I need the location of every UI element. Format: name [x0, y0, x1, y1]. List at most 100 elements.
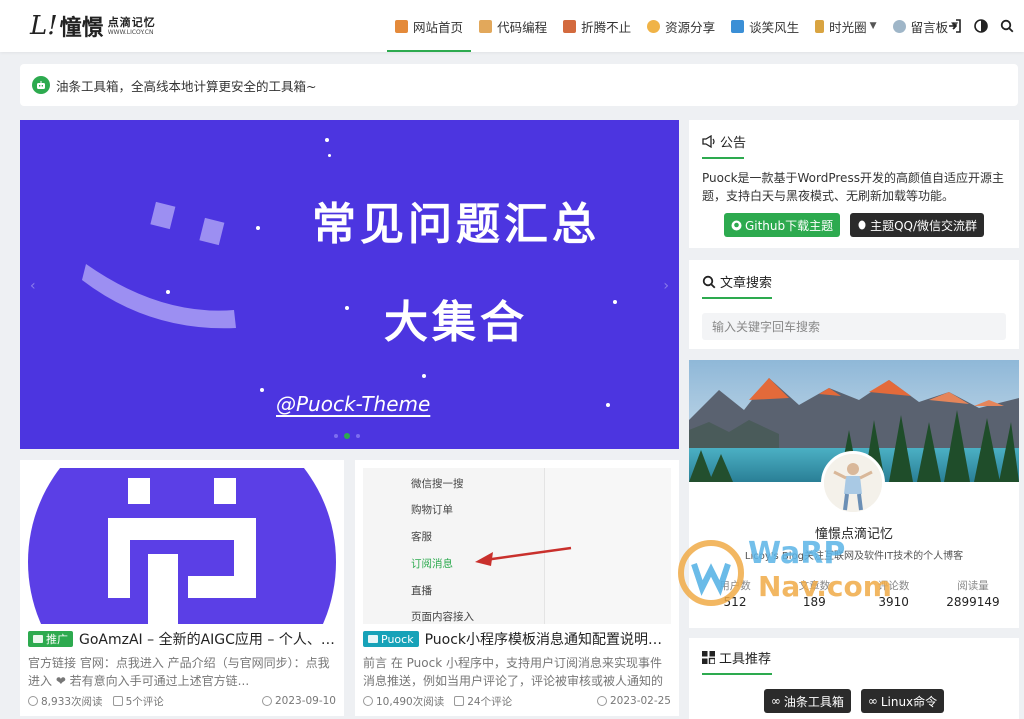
comments-meta[interactable]: 24个评论	[454, 694, 512, 709]
red-arrow-icon	[475, 546, 572, 566]
folder-icon	[368, 635, 378, 643]
widget-title: 文章搜索	[720, 276, 773, 291]
views-count: 8,933次阅读	[41, 695, 103, 708]
carousel-next-icon[interactable]: ›	[663, 278, 669, 294]
widget-title: 工具推荐	[719, 652, 772, 667]
post-tag[interactable]: 推广	[28, 631, 73, 647]
top-navbar: L! 憧憬 点滴记忆 WWW.LICOY.CN 网站首页 代码编程 折腾不止 资…	[0, 0, 1024, 52]
post-card[interactable]: 推广 GoAmzAI – 全新的AIGC应用 – 个人、团... 官方链接 官网…	[20, 460, 344, 716]
avatar-image	[824, 454, 882, 512]
nav-item-resources[interactable]: 资源分享	[639, 0, 723, 52]
notice-bar[interactable]: 油条工具箱，全高线本地计算更安全的工具箱~	[20, 64, 1018, 106]
nav-label: 网站首页	[413, 19, 464, 35]
comments-meta[interactable]: 5个评论	[112, 694, 164, 709]
site-logo[interactable]: L! 憧憬 点滴记忆 WWW.LICOY.CN	[30, 10, 156, 42]
qq-button-label: 主题QQ/微信交流群	[870, 218, 978, 233]
decor-dot	[345, 306, 349, 310]
pager-dot[interactable]	[356, 434, 360, 438]
pager-dot-active[interactable]	[344, 433, 350, 439]
stat-value: 189	[802, 595, 826, 609]
code-icon	[479, 19, 493, 33]
logo-side: 点滴记忆 WWW.LICOY.CN	[108, 17, 156, 36]
grid-icon	[702, 651, 715, 664]
search-input[interactable]	[702, 313, 1006, 340]
chevron-down-icon: ▼	[869, 21, 877, 31]
logo-mark: L!	[30, 11, 58, 41]
nav-item-code[interactable]: 代码编程	[471, 0, 555, 52]
qq-group-button[interactable]: 主题QQ/微信交流群	[850, 213, 985, 237]
carousel-pager	[334, 433, 360, 439]
github-download-button[interactable]: Github下载主题	[723, 213, 841, 237]
theme-toggle-icon[interactable]	[974, 19, 988, 33]
nav-label: 资源分享	[665, 19, 716, 35]
decor-dot	[260, 388, 264, 392]
post-title[interactable]: Puock Puock小程序模板消息通知配置说明及步...	[363, 629, 671, 649]
widget-underline	[702, 157, 744, 159]
post-title-text: GoAmzAI – 全新的AIGC应用 – 个人、团...	[79, 632, 336, 648]
widget-underline	[702, 297, 772, 299]
qq-icon	[858, 220, 866, 229]
folder-icon	[33, 635, 43, 643]
stat-label: 阅读量	[957, 580, 989, 592]
views-count: 10,490次阅读	[376, 695, 445, 708]
logo-url: WWW.LICOY.CN	[107, 28, 154, 36]
smile-icon	[647, 19, 661, 33]
stat-users: 用户数 512	[699, 578, 771, 609]
decor-dot	[166, 290, 170, 294]
stat-posts: 文章数 189	[778, 578, 850, 609]
tool-label: Linux命令	[880, 694, 938, 709]
search-widget: 文章搜索	[689, 260, 1019, 349]
post-title[interactable]: 推广 GoAmzAI – 全新的AIGC应用 – 个人、团...	[28, 629, 336, 649]
post-date: 2023-09-10	[274, 695, 336, 707]
nav-item-talk[interactable]: 谈笑风生	[723, 0, 807, 52]
decor-dot	[256, 226, 260, 230]
views-meta: 10,490次阅读	[363, 694, 444, 709]
post-title-text: Puock小程序模板消息通知配置说明及步...	[424, 632, 671, 648]
decor-dot	[606, 403, 610, 407]
search-icon	[702, 275, 716, 288]
decor-dot	[328, 154, 331, 157]
profile-name: 憧憬点滴记忆	[814, 527, 893, 542]
comment-icon	[454, 696, 465, 706]
pager-dot[interactable]	[334, 434, 338, 438]
login-icon[interactable]	[948, 19, 962, 33]
notice-text: 油条工具箱，全高线本地计算更安全的工具箱~	[56, 78, 317, 94]
post-tag-label: 推广	[46, 633, 68, 646]
decor-dot	[325, 138, 329, 142]
stat-comments: 评论数 3910	[858, 578, 930, 609]
brick-icon	[563, 19, 577, 33]
stat-views: 阅读量 2899149	[937, 578, 1009, 609]
nav-label: 代码编程	[497, 19, 548, 35]
hourglass-icon	[815, 19, 825, 33]
post-card[interactable]: 微信搜一搜 购物订单 客服 订阅消息 直播 页面内容接入 Puock Puock…	[355, 460, 679, 716]
tool-link-button[interactable]: ∞ 油条工具箱	[763, 689, 851, 713]
post-meta: 10,490次阅读 24个评论 2023-02-25	[363, 693, 671, 709]
post-thumbnail[interactable]: 微信搜一搜 购物订单 客服 订阅消息 直播 页面内容接入	[363, 468, 671, 624]
stat-label: 文章数	[798, 580, 831, 592]
nav-item-tinker[interactable]: 折腾不止	[555, 0, 639, 52]
link-icon: ∞	[867, 694, 878, 708]
post-tag[interactable]: Puock	[363, 631, 419, 647]
avatar[interactable]	[821, 451, 885, 515]
nav-item-home[interactable]: 网站首页	[387, 0, 472, 52]
nav-label: 时光圈	[829, 19, 867, 35]
link-icon: ∞	[770, 694, 781, 708]
decor-dot	[613, 300, 617, 304]
search-icon[interactable]	[1000, 19, 1014, 33]
stat-label: 用户数	[719, 580, 751, 592]
comments-count: 24个评论	[467, 695, 513, 708]
post-thumbnail[interactable]	[28, 468, 336, 624]
hero-carousel[interactable]: ‹ › 常见问题汇总 大集合 @Puock-Theme	[20, 120, 679, 449]
profile-widget: 憧憬点滴记忆 Licoy's Blog关注互联网及软件IT技术的个人博客 用户数…	[689, 360, 1019, 628]
nav-label: 谈笑风生	[749, 19, 800, 35]
clock-icon	[261, 696, 272, 706]
stat-label: 评论数	[877, 580, 910, 592]
stat-value: 512	[723, 595, 747, 609]
tool-link-button[interactable]: ∞ Linux命令	[860, 689, 945, 713]
post-meta: 8,933次阅读 5个评论 2023-09-10	[28, 693, 336, 709]
carousel-prev-icon[interactable]: ‹	[30, 278, 36, 294]
nav-item-moments[interactable]: 时光圈 ▼	[807, 0, 884, 52]
main-menu: 网站首页 代码编程 折腾不止 资源分享 谈笑风生 时光圈 ▼ 留言板 ▼	[387, 0, 966, 52]
github-icon	[731, 220, 742, 230]
nav-label: 留言板	[910, 19, 949, 35]
